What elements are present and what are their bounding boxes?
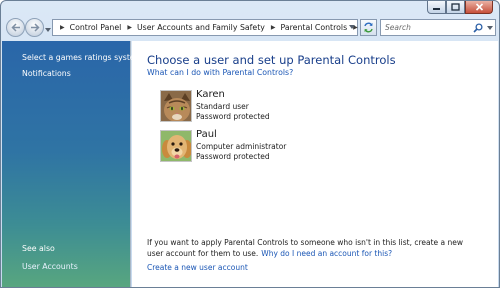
see-also-heading: See also	[22, 244, 55, 253]
user-tile-karen[interactable]: Karen Standard user Password protected	[160, 89, 380, 123]
maximize-icon	[451, 3, 460, 11]
why-need-account-link[interactable]: Why do I need an account for this?	[261, 249, 392, 258]
close-icon	[475, 3, 483, 11]
new-account-info: If you want to apply Parental Controls t…	[147, 238, 477, 259]
breadcrumb-root-arrow[interactable]: ▶	[60, 24, 65, 31]
user-tile-paul[interactable]: Paul Computer administrator Password pro…	[160, 129, 380, 163]
breadcrumb-separator-icon[interactable]: ▶	[127, 24, 132, 31]
recent-pages-button[interactable]	[45, 25, 51, 34]
breadcrumb-control-panel[interactable]: Control Panel	[70, 23, 122, 32]
address-bar[interactable]: ▶ Control Panel ▶ User Accounts and Fami…	[52, 19, 358, 36]
notifications-link[interactable]: Notifications	[22, 69, 71, 78]
parental-controls-window: ▶ Control Panel ▶ User Accounts and Fami…	[0, 0, 500, 288]
main-content: Choose a user and set up Parental Contro…	[132, 41, 498, 287]
back-button[interactable]	[6, 18, 25, 37]
refresh-button[interactable]	[360, 19, 377, 36]
close-button[interactable]	[465, 1, 493, 14]
forward-button[interactable]	[25, 18, 44, 37]
search-box	[380, 19, 496, 36]
minimize-icon	[433, 7, 440, 10]
search-options-dropdown-icon[interactable]	[487, 26, 493, 30]
minimize-button[interactable]	[427, 1, 446, 14]
cat-avatar	[160, 90, 192, 122]
chevron-down-icon	[45, 28, 51, 32]
breadcrumb-user-accounts[interactable]: User Accounts and Family Safety	[137, 23, 265, 32]
breadcrumb-separator-icon[interactable]: ▶	[271, 24, 276, 31]
user-account-type: Standard user	[196, 102, 249, 111]
navigation-bar: ▶ Control Panel ▶ User Accounts and Fami…	[1, 15, 499, 39]
create-user-account-link[interactable]: Create a new user account	[147, 263, 248, 272]
maximize-button[interactable]	[446, 1, 465, 14]
user-password-status: Password protected	[196, 152, 270, 161]
breadcrumb: Control Panel ▶ User Accounts and Family…	[70, 23, 363, 32]
back-arrow-icon	[10, 23, 20, 32]
refresh-icon	[364, 22, 373, 33]
user-name: Paul	[196, 129, 217, 140]
forward-arrow-icon	[30, 23, 40, 32]
user-password-status: Password protected	[196, 112, 270, 121]
search-icon[interactable]	[473, 23, 483, 33]
user-name: Karen	[196, 89, 225, 100]
task-pane: Select a games ratings system Notificati…	[2, 41, 142, 287]
window-controls	[427, 1, 493, 14]
address-history-dropdown-icon[interactable]	[349, 25, 355, 29]
user-accounts-link[interactable]: User Accounts	[22, 262, 78, 271]
page-title: Choose a user and set up Parental Contro…	[147, 53, 396, 67]
select-games-ratings-link[interactable]: Select a games ratings system	[22, 53, 142, 62]
user-account-type: Computer administrator	[196, 142, 287, 151]
breadcrumb-parental-controls[interactable]: Parental Controls	[281, 23, 348, 32]
what-can-i-do-link[interactable]: What can I do with Parental Controls?	[147, 68, 293, 77]
dog-avatar	[160, 130, 192, 162]
search-input[interactable]	[385, 23, 473, 32]
